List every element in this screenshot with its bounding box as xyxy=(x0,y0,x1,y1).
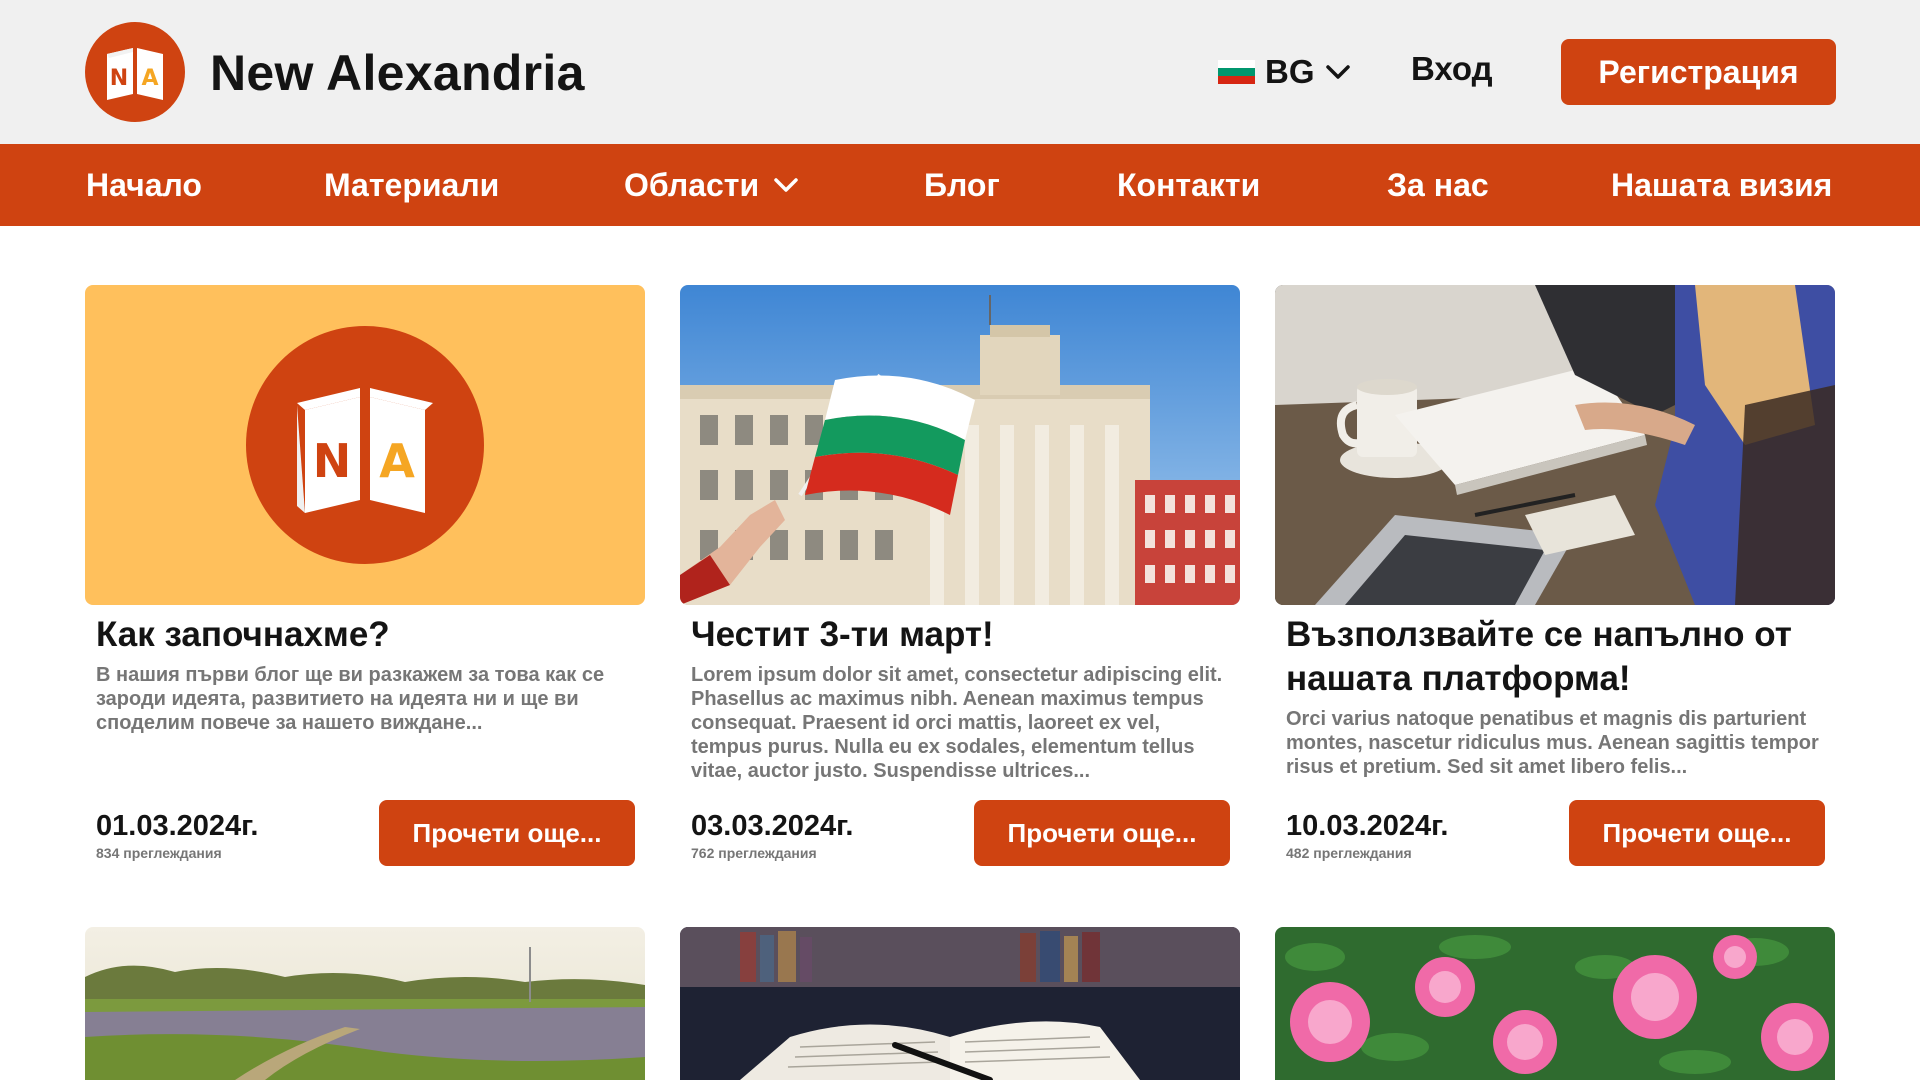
card-excerpt: Lorem ipsum dolor sit amet, consectetur … xyxy=(691,664,1223,782)
language-selector[interactable]: BG xyxy=(1218,52,1351,92)
blog-card: Честит 3-ти март! Lorem ipsum dolor sit … xyxy=(680,285,1240,885)
nav-item-materials[interactable]: Материали xyxy=(324,144,499,226)
card-title[interactable]: Възползвайте се напълно от нашата платфо… xyxy=(1286,613,1826,701)
svg-text:N: N xyxy=(313,434,352,488)
card-views: 762 преглеждания xyxy=(691,845,817,861)
read-more-button[interactable]: Прочети още... xyxy=(974,800,1230,866)
card-date: 03.03.2024г. xyxy=(691,810,854,842)
card-date: 01.03.2024г. xyxy=(96,810,259,842)
card-date: 10.03.2024г. xyxy=(1286,810,1449,842)
svg-text:N: N xyxy=(110,66,128,91)
card-image-flag-building[interactable] xyxy=(680,285,1240,605)
register-button[interactable]: Регистрация xyxy=(1561,39,1836,105)
nav-item-about[interactable]: За нас xyxy=(1387,144,1489,226)
card-views: 482 преглеждания xyxy=(1286,845,1412,861)
nav-item-areas[interactable]: Области xyxy=(624,144,799,226)
card-image-workspace[interactable] xyxy=(1275,285,1835,605)
site-header: N A New Alexandria BG Вход Регистрация xyxy=(0,0,1920,144)
logo-book-icon[interactable]: N A xyxy=(85,22,185,122)
chevron-down-icon xyxy=(1325,65,1350,79)
card-excerpt: Orci varius natoque penatibus et magnis … xyxy=(1286,708,1819,778)
nav-item-contacts[interactable]: Контакти xyxy=(1117,144,1260,226)
language-code: BG xyxy=(1265,53,1315,90)
nav-item-areas-label: Области xyxy=(624,166,760,203)
read-more-button[interactable]: Прочети още... xyxy=(379,800,635,866)
card-image-open-book[interactable] xyxy=(680,927,1240,1080)
site-brand-name[interactable]: New Alexandria xyxy=(210,40,585,106)
blog-card: N A Как започнахме? В нашия първи блог щ… xyxy=(85,285,645,885)
main-navigation: Начало Материали Области Блог Контакти З… xyxy=(0,144,1920,226)
svg-text:A: A xyxy=(141,66,158,91)
bulgaria-flag-icon xyxy=(1218,60,1255,84)
card-excerpt: В нашия първи блог ще ви разкажем за тов… xyxy=(96,664,605,734)
nav-item-vision[interactable]: Нашата визия xyxy=(1611,144,1832,226)
card-image-roses[interactable] xyxy=(1275,927,1835,1080)
nav-item-home[interactable]: Начало xyxy=(86,144,202,226)
card-views: 834 преглеждания xyxy=(96,845,222,861)
svg-text:A: A xyxy=(379,434,415,488)
card-image-logo[interactable]: N A xyxy=(85,285,645,605)
card-image-meadow[interactable] xyxy=(85,927,645,1080)
nav-item-blog[interactable]: Блог xyxy=(924,144,1000,226)
card-title[interactable]: Честит 3-ти март! xyxy=(691,613,1231,657)
blog-card: Възползвайте се напълно от нашата платфо… xyxy=(1275,285,1835,885)
read-more-button[interactable]: Прочети още... xyxy=(1569,800,1825,866)
login-link[interactable]: Вход xyxy=(1411,50,1493,88)
card-title[interactable]: Как започнахме? xyxy=(96,613,636,657)
chevron-down-icon xyxy=(774,178,798,192)
